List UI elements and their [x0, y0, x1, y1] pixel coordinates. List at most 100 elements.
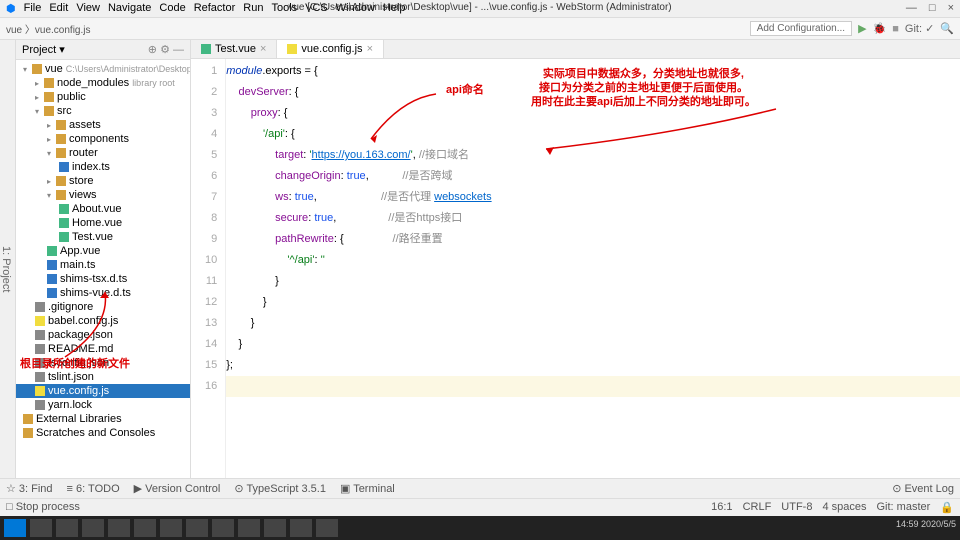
- tree-item[interactable]: index.ts: [16, 160, 190, 174]
- breadcrumb[interactable]: vue 〉vue.config.js: [6, 21, 91, 36]
- tree-item[interactable]: shims-tsx.d.ts: [16, 272, 190, 286]
- tree-item[interactable]: .gitignore: [16, 300, 190, 314]
- menu-refactor[interactable]: Refactor: [194, 2, 236, 15]
- tool-window-tab[interactable]: ▣ Terminal: [340, 483, 395, 495]
- file-icon: [56, 176, 66, 186]
- taskbar-item[interactable]: [238, 519, 260, 537]
- tree-item[interactable]: Scratches and Consoles: [16, 426, 190, 440]
- project-tool-tab[interactable]: 1: Project: [0, 246, 12, 292]
- file-icon: [32, 64, 42, 74]
- system-clock[interactable]: 14:59 2020/5/5: [896, 519, 956, 537]
- editor-area: Test.vue ×vue.config.js × 12345678910111…: [191, 40, 960, 478]
- taskbar-item[interactable]: [56, 519, 78, 537]
- annotation-new-file: 根目录所创建的新文件: [20, 355, 130, 371]
- tree-item[interactable]: public: [16, 90, 190, 104]
- editor-tab[interactable]: Test.vue ×: [191, 40, 277, 58]
- tool-window-tab[interactable]: ▶ Version Control: [134, 483, 221, 495]
- tree-item[interactable]: Test.vue: [16, 230, 190, 244]
- add-configuration-button[interactable]: Add Configuration...: [750, 21, 852, 36]
- line-separator[interactable]: CRLF: [743, 501, 772, 514]
- file-icon: [59, 218, 69, 228]
- status-message[interactable]: □ Stop process: [6, 501, 80, 514]
- tree-item[interactable]: shims-vue.d.ts: [16, 286, 190, 300]
- tree-item[interactable]: router: [16, 146, 190, 160]
- tree-item[interactable]: vue C:\Users\Administrator\Desktop\vue: [16, 62, 190, 76]
- tree-item[interactable]: store: [16, 174, 190, 188]
- tree-item[interactable]: package.json: [16, 328, 190, 342]
- file-icon: [56, 190, 66, 200]
- file-icon: [35, 344, 45, 354]
- window-button[interactable]: ×: [948, 2, 954, 14]
- menu-file[interactable]: File: [24, 2, 42, 15]
- run-icon[interactable]: ▶: [858, 22, 866, 35]
- lock-icon[interactable]: 🔒: [940, 501, 954, 514]
- menu-run[interactable]: Run: [243, 2, 263, 15]
- tree-item[interactable]: assets: [16, 118, 190, 132]
- left-tool-strip[interactable]: 1: Project 2: Structure npm 2: Favorites: [0, 40, 16, 478]
- tool-window-tab[interactable]: ☆ 3: Find: [6, 483, 53, 495]
- start-button[interactable]: [4, 519, 26, 537]
- git-branch[interactable]: Git: master: [877, 501, 931, 514]
- file-icon: [35, 400, 45, 410]
- taskbar-item[interactable]: [160, 519, 182, 537]
- tree-item[interactable]: External Libraries: [16, 412, 190, 426]
- tree-item[interactable]: babel.config.js: [16, 314, 190, 328]
- encoding[interactable]: UTF-8: [781, 501, 812, 514]
- tool-window-tab[interactable]: ⊙ TypeScript 3.5.1: [234, 483, 326, 495]
- tree-item[interactable]: App.vue: [16, 244, 190, 258]
- file-icon: [35, 302, 45, 312]
- toolbar: vue 〉vue.config.js Add Configuration... …: [0, 18, 960, 40]
- taskbar-item[interactable]: [290, 519, 312, 537]
- file-icon: [35, 316, 45, 326]
- tree-item[interactable]: views: [16, 188, 190, 202]
- bottom-tool-bar[interactable]: ☆ 3: Find ≡ 6: TODO ▶ Version Control ⊙ Typ…: [0, 478, 960, 498]
- file-icon: [59, 204, 69, 214]
- project-tree[interactable]: vue C:\Users\Administrator\Desktop\vueno…: [16, 60, 190, 478]
- file-icon: [35, 330, 45, 340]
- file-icon: [56, 148, 66, 158]
- window-button[interactable]: —: [906, 2, 917, 14]
- taskbar-item[interactable]: [316, 519, 338, 537]
- cursor-position[interactable]: 16:1: [711, 501, 732, 514]
- menu-code[interactable]: Code: [159, 2, 185, 15]
- tree-item[interactable]: README.md: [16, 342, 190, 356]
- taskbar-item[interactable]: [82, 519, 104, 537]
- status-bar: □ Stop process 16:1 CRLF UTF-8 4 spaces …: [0, 498, 960, 516]
- project-header[interactable]: Project ▾ ⊕ ⚙ —: [16, 40, 190, 60]
- tree-item[interactable]: components: [16, 132, 190, 146]
- tree-item[interactable]: tslint.json: [16, 370, 190, 384]
- editor-tabs[interactable]: Test.vue ×vue.config.js ×: [191, 40, 960, 59]
- stop-icon[interactable]: ■: [892, 23, 899, 35]
- taskbar-item[interactable]: [264, 519, 286, 537]
- windows-taskbar[interactable]: 14:59 2020/5/5: [0, 516, 960, 540]
- debug-icon[interactable]: 🐞: [873, 22, 887, 35]
- code-editor[interactable]: 12345678910111213141516 module.exports =…: [191, 59, 960, 478]
- event-log[interactable]: ⊙ Event Log: [892, 482, 954, 495]
- menu-edit[interactable]: Edit: [49, 2, 68, 15]
- taskbar-item[interactable]: [108, 519, 130, 537]
- line-gutter: 12345678910111213141516: [191, 59, 226, 478]
- tree-item[interactable]: About.vue: [16, 202, 190, 216]
- taskbar-item[interactable]: [186, 519, 208, 537]
- window-button[interactable]: □: [929, 2, 936, 14]
- search-icon[interactable]: 🔍: [940, 22, 954, 35]
- tool-window-tab[interactable]: ≡ 6: TODO: [67, 483, 120, 495]
- tree-item[interactable]: Home.vue: [16, 216, 190, 230]
- git-label[interactable]: Git: ✓: [905, 22, 934, 35]
- tree-item[interactable]: yarn.lock: [16, 398, 190, 412]
- code-lines[interactable]: module.exports = { devServer: { proxy: {…: [226, 59, 960, 478]
- menu-view[interactable]: View: [76, 2, 100, 15]
- window-title: vue [C:\Users\Administrator\Desktop\vue]…: [288, 2, 671, 13]
- taskbar-item[interactable]: [134, 519, 156, 537]
- taskbar-item[interactable]: [212, 519, 234, 537]
- indent[interactable]: 4 spaces: [822, 501, 866, 514]
- tree-item[interactable]: node_modules library root: [16, 76, 190, 90]
- editor-tab[interactable]: vue.config.js ×: [277, 40, 384, 58]
- taskbar-item[interactable]: [30, 519, 52, 537]
- tree-item[interactable]: vue.config.js: [16, 384, 190, 398]
- file-icon: [47, 288, 57, 298]
- tree-item[interactable]: src: [16, 104, 190, 118]
- menu-navigate[interactable]: Navigate: [108, 2, 151, 15]
- file-icon: [44, 78, 54, 88]
- tree-item[interactable]: main.ts: [16, 258, 190, 272]
